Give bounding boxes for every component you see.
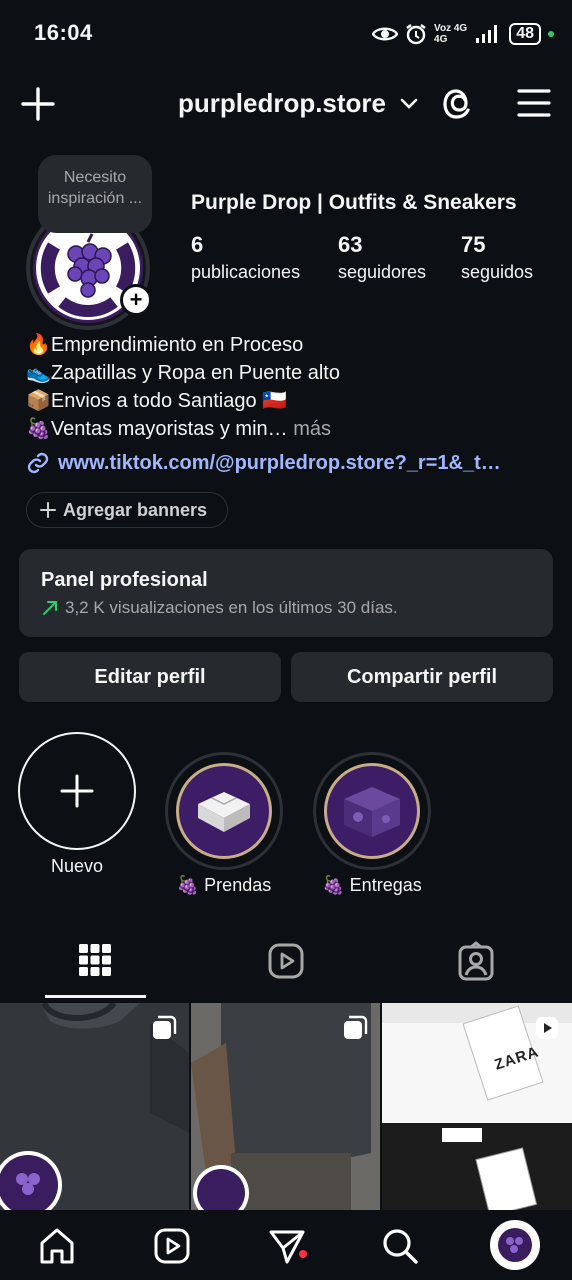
search-icon bbox=[383, 1229, 418, 1264]
alarm-icon bbox=[406, 24, 426, 45]
highlight-new-button[interactable] bbox=[18, 732, 136, 850]
highlight-cover bbox=[176, 763, 272, 859]
professional-dashboard[interactable]: Panel profesional 3,2 K visualizaciones … bbox=[19, 549, 553, 637]
chevron-down-icon bbox=[400, 98, 418, 109]
bio-more-link[interactable]: más bbox=[288, 418, 331, 440]
profile-avatar bbox=[494, 1224, 536, 1266]
tab-grid[interactable] bbox=[77, 942, 113, 983]
home-icon bbox=[40, 1228, 74, 1264]
bio: 🔥Emprendimiento en Proceso 👟Zapatillas y… bbox=[26, 331, 340, 443]
plus-icon bbox=[60, 774, 94, 808]
plus-icon: + bbox=[129, 287, 143, 312]
tab-tagged[interactable] bbox=[457, 941, 495, 986]
highlight-label: 🍇 Prendas bbox=[176, 875, 272, 895]
privacy-dot bbox=[548, 31, 554, 37]
menu-icon bbox=[517, 89, 551, 117]
reels-icon bbox=[268, 943, 304, 979]
bio-line: 🍇Ventas mayoristas y min… más bbox=[26, 418, 331, 440]
highlight-prendas[interactable] bbox=[165, 752, 283, 870]
battery-indicator: 48 bbox=[509, 23, 541, 45]
threads-button[interactable] bbox=[440, 86, 476, 127]
nav-profile[interactable] bbox=[490, 1220, 540, 1270]
share-profile-button[interactable]: Compartir perfil bbox=[291, 652, 553, 702]
link-text: www.tiktok.com/@purpledrop.store?_r=1&_t… bbox=[58, 451, 501, 474]
highlight-entregas[interactable] bbox=[313, 752, 431, 870]
panel-subtitle: 3,2 K visualizaciones en los últimos 30 … bbox=[41, 598, 531, 618]
bio-line: 🔥Emprendimiento en Proceso bbox=[26, 334, 304, 356]
status-icons: Voz 4G 4G 48 bbox=[372, 20, 554, 48]
account-switcher[interactable]: purpledrop.store bbox=[178, 88, 418, 119]
grid-icon bbox=[79, 944, 111, 976]
tab-reels[interactable] bbox=[267, 942, 305, 985]
network-labels: Voz 4G 4G bbox=[434, 23, 468, 45]
shirts-icon bbox=[198, 792, 250, 832]
reel-icon bbox=[536, 1017, 558, 1039]
edit-profile-button[interactable]: Editar perfil bbox=[19, 652, 281, 702]
link-icon bbox=[27, 452, 49, 474]
trend-up-icon bbox=[43, 601, 57, 615]
stat-following[interactable]: 75 seguidos bbox=[461, 232, 533, 283]
stat-posts[interactable]: 6 publicaciones bbox=[191, 232, 300, 283]
highlight-label: 🍇 Entregas bbox=[322, 875, 422, 895]
note-bubble[interactable]: Necesito inspiración ... bbox=[38, 155, 152, 233]
highlight-label: Nuevo bbox=[50, 856, 104, 876]
signal-icon bbox=[476, 25, 498, 43]
plus-icon bbox=[21, 87, 55, 121]
create-button[interactable] bbox=[20, 86, 56, 127]
carousel-icon bbox=[344, 1015, 368, 1039]
stat-followers[interactable]: 63 seguidores bbox=[338, 232, 426, 283]
nav-messages[interactable] bbox=[265, 1224, 309, 1268]
bio-line: 👟Zapatillas y Ropa en Puente alto bbox=[26, 362, 340, 384]
plus-icon bbox=[40, 502, 56, 518]
add-story-button[interactable]: + bbox=[120, 284, 152, 316]
status-time: 16:04 bbox=[34, 20, 93, 45]
bottom-navigation bbox=[0, 1210, 572, 1280]
display-name: Purple Drop | Outfits & Sneakers bbox=[191, 191, 517, 214]
grid-post[interactable] bbox=[0, 1003, 189, 1210]
nav-reels[interactable] bbox=[150, 1224, 194, 1268]
threads-icon bbox=[443, 89, 470, 119]
active-tab-indicator bbox=[45, 995, 146, 998]
bio-line: 📦Envios a todo Santiago 🇨🇱 bbox=[26, 390, 288, 412]
highlight-cover bbox=[324, 763, 420, 859]
eye-icon bbox=[372, 27, 399, 41]
profile-link[interactable]: www.tiktok.com/@purpledrop.store?_r=1&_t… bbox=[26, 451, 501, 475]
add-banners-button[interactable]: Agregar banners bbox=[26, 492, 229, 528]
menu-button[interactable] bbox=[516, 87, 552, 124]
username: purpledrop.store bbox=[178, 88, 387, 118]
reels-icon bbox=[154, 1228, 190, 1264]
tagged-icon bbox=[458, 941, 494, 981]
nav-search[interactable] bbox=[378, 1224, 422, 1268]
grid-post[interactable]: ZARA bbox=[382, 1003, 572, 1210]
send-icon bbox=[269, 1230, 305, 1264]
notification-dot bbox=[299, 1250, 307, 1258]
panel-title: Panel profesional bbox=[41, 569, 208, 591]
box-icon bbox=[344, 787, 400, 837]
grid-post[interactable] bbox=[191, 1003, 380, 1210]
nav-home[interactable] bbox=[35, 1224, 79, 1268]
carousel-icon bbox=[153, 1015, 177, 1039]
